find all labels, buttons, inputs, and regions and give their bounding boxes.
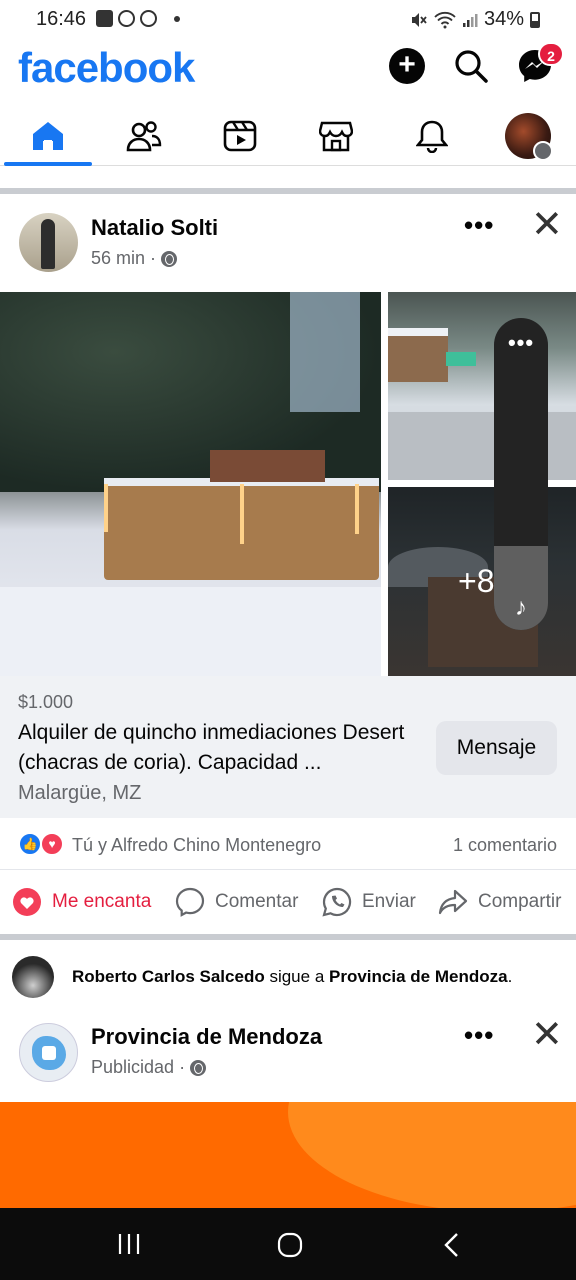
menu-badge-icon <box>533 141 553 161</box>
follow-end: . <box>507 967 513 986</box>
system-nav-bar <box>0 1208 576 1280</box>
tab-video[interactable] <box>210 114 270 158</box>
mute-icon <box>411 12 427 27</box>
tab-friends[interactable] <box>114 114 174 158</box>
send-button[interactable]: Enviar <box>322 884 416 920</box>
listing-title[interactable]: Alquiler de quincho inmediaciones Desert… <box>18 718 420 778</box>
ad-meta: Publicidad · <box>91 1057 207 1078</box>
ad-page-name[interactable]: Provincia de Mendoza <box>91 1024 322 1050</box>
comment-label: Comentar <box>215 891 299 912</box>
follow-verb: sigue a <box>269 967 325 986</box>
profile-avatar <box>505 113 553 161</box>
message-button[interactable]: Mensaje <box>436 721 557 775</box>
create-button[interactable]: + <box>389 48 425 84</box>
screen: 16:46 34% facebook + 2 Natalio Solti 56 … <box>0 0 576 1280</box>
share-icon <box>438 889 468 915</box>
love-reaction-icon: ♥ <box>40 832 64 856</box>
marketplace-icon <box>319 121 353 152</box>
share-label: Compartir <box>478 891 562 912</box>
battery-percent: 34% <box>483 8 524 30</box>
hide-post-button[interactable]: ✕ <box>531 206 563 244</box>
active-tab-indicator <box>4 162 92 166</box>
follow-target[interactable]: Provincia de Mendoza <box>329 967 508 986</box>
listing-price: $1.000 <box>18 692 74 712</box>
friends-icon <box>126 121 162 152</box>
globe-icon <box>190 1059 207 1076</box>
recent-apps-icon[interactable] <box>117 1232 141 1256</box>
author-name[interactable]: Natalio Solti <box>91 215 218 241</box>
signal-icon <box>462 13 478 27</box>
plus-icon: + <box>398 48 416 81</box>
more-photos-count[interactable]: +8 <box>458 563 494 600</box>
hide-ad-button[interactable]: ✕ <box>531 1016 563 1054</box>
follow-actor[interactable]: Roberto Carlos Salcedo <box>72 967 265 986</box>
share-button[interactable]: Compartir <box>438 884 561 920</box>
bell-icon <box>416 120 448 153</box>
post-more-button[interactable]: ••• <box>464 210 494 241</box>
browser-icon <box>140 10 157 27</box>
media-volume-icon: ♪ <box>515 594 527 621</box>
whatsapp-send-icon <box>322 887 352 917</box>
battery-icon <box>530 11 540 28</box>
love-label: Me encanta <box>52 891 152 912</box>
status-time: 16:46 <box>36 8 87 30</box>
meta-dot: · <box>179 1057 186 1077</box>
meta-dot: · <box>150 248 157 268</box>
close-icon: ✕ <box>531 1014 563 1056</box>
home-system-icon[interactable] <box>277 1232 303 1258</box>
sponsored-label[interactable]: Publicidad <box>91 1057 174 1078</box>
feed-separator <box>0 188 576 194</box>
more-notifications-dot <box>174 15 180 22</box>
ad-creative[interactable] <box>0 1102 576 1208</box>
feed-separator <box>0 934 576 940</box>
tab-home[interactable] <box>18 114 78 158</box>
heart-icon <box>13 888 41 916</box>
more-icon: ••• <box>464 1020 495 1050</box>
more-icon: ••• <box>464 210 495 240</box>
post-meta: 56 min · <box>91 248 178 269</box>
close-icon: ✕ <box>531 204 563 246</box>
whatsapp-icon <box>118 10 135 27</box>
gallery-icon <box>96 10 113 27</box>
facebook-logo[interactable]: facebook <box>18 44 195 92</box>
follower-avatar[interactable] <box>12 956 54 998</box>
status-right: 34% <box>410 8 540 31</box>
send-label: Enviar <box>362 891 416 912</box>
search-icon <box>455 50 488 83</box>
main-photo[interactable] <box>0 292 381 676</box>
globe-icon <box>161 250 178 267</box>
comment-button[interactable]: Comentar <box>175 884 298 920</box>
wifi-icon <box>434 11 456 28</box>
comment-icon <box>175 887 205 917</box>
tab-bar <box>0 108 576 166</box>
tab-profile[interactable] <box>498 113 558 161</box>
author-avatar[interactable] <box>19 213 78 272</box>
follow-notice: Roberto Carlos Salcedo sigue a Provincia… <box>72 967 512 987</box>
volume-settings-icon[interactable]: ••• <box>494 330 548 356</box>
ad-swoosh-graphic <box>288 1102 576 1208</box>
search-button[interactable] <box>453 48 489 84</box>
reacted-by[interactable]: Tú y Alfredo Chino Montenegro <box>72 835 321 856</box>
volume-panel[interactable]: ••• ♪ <box>494 318 548 630</box>
comments-count[interactable]: 1 comentario <box>453 835 557 856</box>
tab-notifications[interactable] <box>402 114 462 158</box>
video-icon <box>223 120 257 152</box>
post-time[interactable]: 56 min <box>91 248 145 269</box>
status-bar: 16:46 34% <box>0 0 576 38</box>
love-button[interactable]: Me encanta <box>12 884 151 920</box>
tab-marketplace[interactable] <box>306 114 366 158</box>
messenger-badge: 2 <box>538 42 564 66</box>
like-reaction-icon: 👍 <box>18 832 42 856</box>
ad-page-avatar[interactable] <box>19 1023 78 1082</box>
home-icon <box>33 122 63 150</box>
ad-more-button[interactable]: ••• <box>464 1020 494 1051</box>
notification-icons <box>96 10 180 27</box>
listing-location: Malargüe, MZ <box>18 782 142 804</box>
back-icon[interactable] <box>442 1232 462 1258</box>
